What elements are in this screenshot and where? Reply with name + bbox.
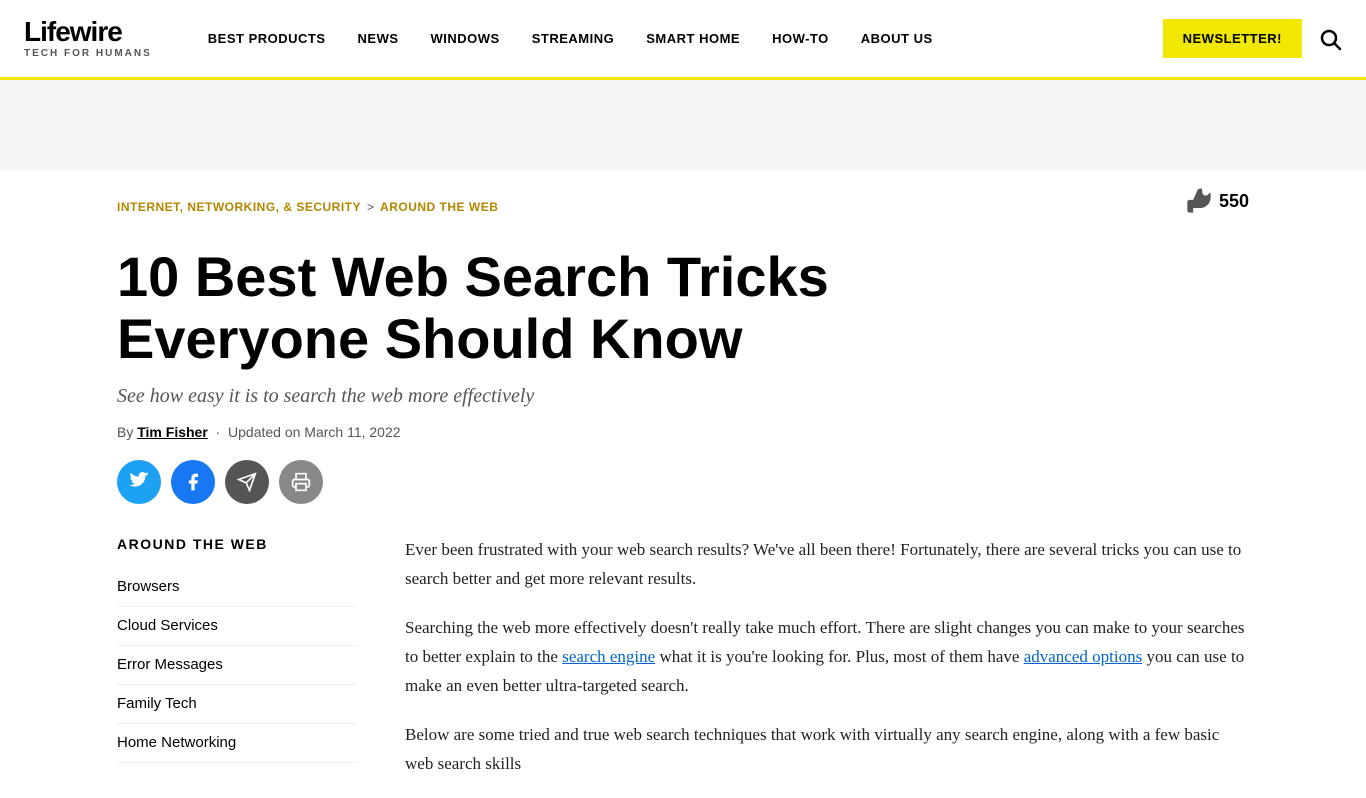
facebook-icon: [183, 472, 203, 492]
like-count: 550: [1219, 191, 1249, 212]
main-nav: BEST PRODUCTS NEWS WINDOWS STREAMING SMA…: [192, 31, 1147, 46]
search-button[interactable]: [1318, 27, 1342, 51]
article-paragraph-2: Searching the web more effectively doesn…: [405, 614, 1249, 701]
sidebar: AROUND THE WEB Browsers Cloud Services E…: [117, 536, 357, 798]
content-layout: AROUND THE WEB Browsers Cloud Services E…: [117, 536, 1249, 798]
sidebar-link-cloud-services[interactable]: Cloud Services: [117, 617, 218, 634]
article-body: Ever been frustrated with your web searc…: [405, 536, 1249, 798]
nav-item-news[interactable]: NEWS: [342, 31, 415, 46]
sidebar-section-title: AROUND THE WEB: [117, 536, 357, 552]
sidebar-link-family-tech[interactable]: Family Tech: [117, 695, 197, 712]
article-title: 10 Best Web Search Tricks Everyone Shoul…: [117, 246, 1017, 369]
list-item: Error Messages: [117, 646, 357, 685]
nav-item-about-us[interactable]: ABOUT US: [845, 31, 949, 46]
site-header: Lifewire TECH FOR HUMANS BEST PRODUCTS N…: [0, 0, 1366, 80]
search-icon: [1318, 27, 1342, 51]
list-item: Family Tech: [117, 685, 357, 724]
share-facebook-button[interactable]: [171, 460, 215, 504]
like-area: 550: [1185, 187, 1249, 215]
sidebar-link-error-messages[interactable]: Error Messages: [117, 656, 223, 673]
nav-item-streaming[interactable]: STREAMING: [516, 31, 631, 46]
banner-ad: [0, 80, 1366, 170]
share-email-button[interactable]: [225, 460, 269, 504]
article-paragraph-1: Ever been frustrated with your web searc…: [405, 536, 1249, 594]
sidebar-link-browsers[interactable]: Browsers: [117, 578, 180, 595]
list-item: Browsers: [117, 568, 357, 607]
breadcrumb: INTERNET, NETWORKING, & SECURITY > AROUN…: [117, 200, 498, 214]
print-button[interactable]: [279, 460, 323, 504]
logo-text: Lifewire: [24, 18, 152, 46]
site-logo[interactable]: Lifewire TECH FOR HUMANS: [24, 18, 152, 59]
thumbs-up-icon: [1185, 187, 1213, 215]
nav-item-best-products[interactable]: BEST PRODUCTS: [192, 31, 342, 46]
newsletter-button[interactable]: NEWSLETTER!: [1163, 19, 1302, 58]
article-paragraph-3: Below are some tried and true web search…: [405, 721, 1249, 779]
list-item: Cloud Services: [117, 607, 357, 646]
author-label: By: [117, 424, 133, 440]
advanced-options-link[interactable]: advanced options: [1024, 647, 1143, 666]
social-share-buttons: [117, 460, 1249, 504]
author-link[interactable]: Tim Fisher: [137, 424, 208, 440]
logo-tagline: TECH FOR HUMANS: [24, 48, 152, 59]
article-meta: By Tim Fisher · Updated on March 11, 202…: [117, 424, 1249, 440]
list-item: Home Networking: [117, 724, 357, 763]
breadcrumb-separator: >: [367, 200, 374, 214]
sidebar-list: Browsers Cloud Services Error Messages F…: [117, 568, 357, 763]
print-icon: [291, 472, 311, 492]
nav-item-smart-home[interactable]: SMART HOME: [630, 31, 756, 46]
email-icon: [237, 472, 257, 492]
article-subtitle: See how easy it is to search the web mor…: [117, 385, 917, 408]
share-twitter-button[interactable]: [117, 460, 161, 504]
sidebar-link-home-networking[interactable]: Home Networking: [117, 734, 236, 751]
nav-item-how-to[interactable]: HOW-TO: [756, 31, 845, 46]
breadcrumb-current[interactable]: AROUND THE WEB: [380, 200, 498, 214]
main-container: INTERNET, NETWORKING, & SECURITY > AROUN…: [93, 170, 1273, 798]
nav-item-windows[interactable]: WINDOWS: [415, 31, 516, 46]
search-engine-link[interactable]: search engine: [562, 647, 655, 666]
twitter-icon: [129, 472, 149, 492]
breadcrumb-parent[interactable]: INTERNET, NETWORKING, & SECURITY: [117, 200, 361, 214]
updated-date: Updated on March 11, 2022: [228, 424, 401, 440]
